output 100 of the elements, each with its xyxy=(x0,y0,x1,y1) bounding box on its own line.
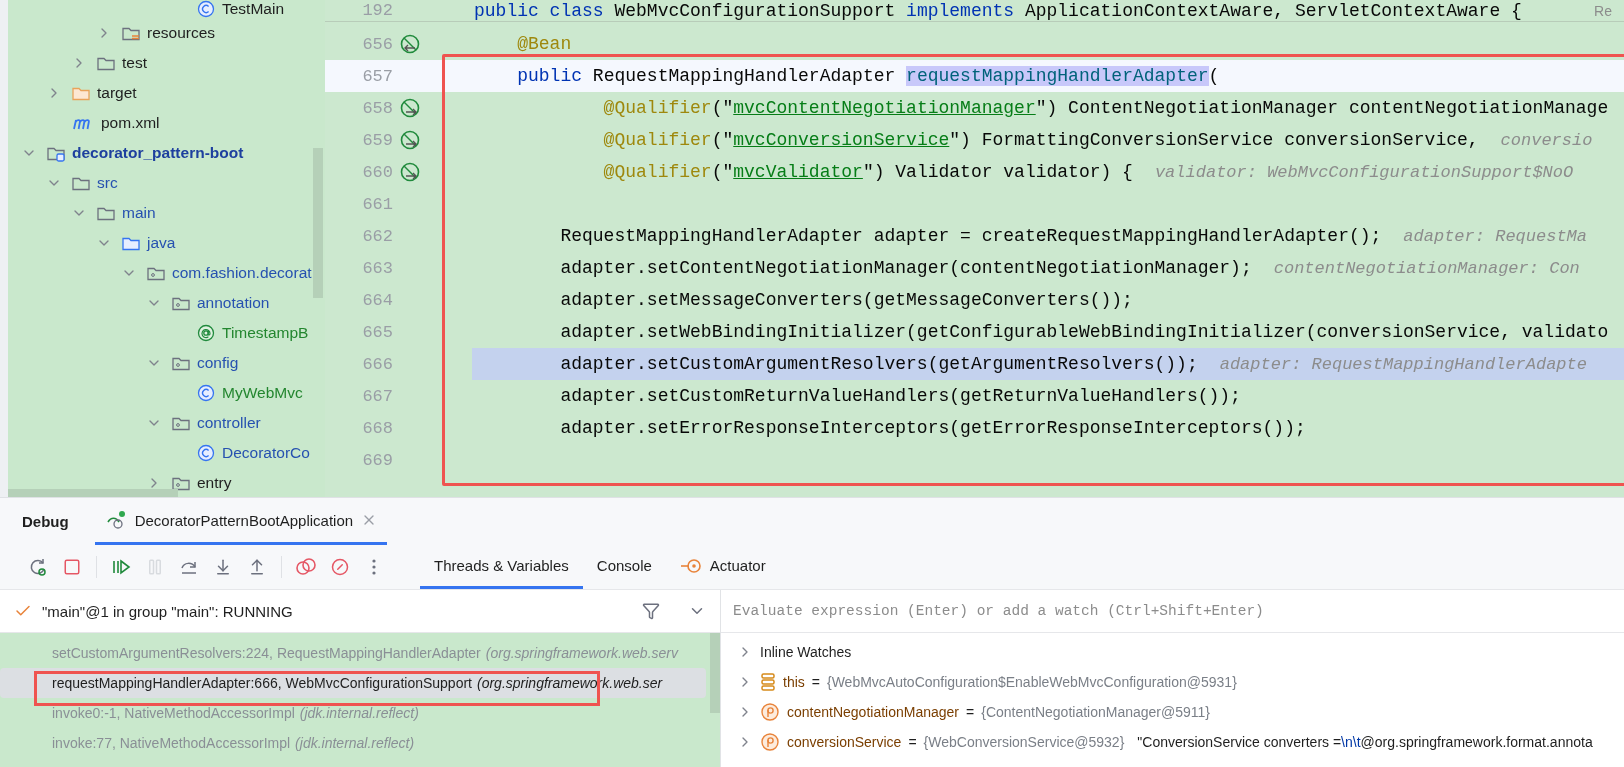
view-tab[interactable]: Console xyxy=(582,545,666,589)
code-token: adapter.setMessageConverters(getMessageConverters()); xyxy=(559,290,1133,310)
tree-item-label[interactable]: com.fashion.decorat xyxy=(172,264,312,282)
tree-item-label[interactable]: TestMain xyxy=(222,0,285,18)
tree-item-label[interactable]: config xyxy=(197,354,239,372)
tree-item-label[interactable]: MyWebMvc xyxy=(222,384,303,402)
pause-icon xyxy=(146,558,164,576)
code-token: @Qualifier xyxy=(602,162,712,182)
line-number: 657 xyxy=(361,66,393,86)
code-token: WebMvcConfigurationSupport xyxy=(613,0,897,21)
inline-value-hint: adapter: RequestMappingHandlerAdapte xyxy=(1219,354,1587,374)
variable-value: {WebConversionService@5932} xyxy=(923,734,1125,750)
step-out-icon xyxy=(248,558,266,576)
line-number: 660 xyxy=(361,162,393,182)
variable-name: contentNegotiationManager xyxy=(787,704,959,720)
equals-sign: = xyxy=(811,674,820,690)
thread-label[interactable]: "main"@1 in group "main": RUNNING xyxy=(42,602,293,620)
line-number: 656 xyxy=(361,34,393,54)
tree-item-label[interactable]: entry xyxy=(197,474,232,492)
inline-value-hint: conversio xyxy=(1500,130,1593,150)
view-tab[interactable]: Actuator xyxy=(665,545,780,589)
line-number: 668 xyxy=(361,418,393,438)
bean-gutter-icon[interactable] xyxy=(399,129,421,151)
class-icon xyxy=(196,383,216,403)
code-token: RequestMappingHandlerAdapter adapter = createRequestMappingHandlerAdapter(); xyxy=(559,226,1382,246)
code-token: (" xyxy=(711,98,734,118)
code-token: @Qualifier xyxy=(602,130,712,150)
tree-item-label[interactable]: pom.xml xyxy=(101,114,160,132)
frame-method: invoke0:-1, NativeMethodAccessorImpl xyxy=(52,705,295,721)
inline-value-hint: adapter: RequestMa xyxy=(1403,226,1587,246)
frame-package: (org.springframework.web.serv xyxy=(485,645,678,661)
line-number: 665 xyxy=(361,322,393,342)
mute-breakpoints-icon xyxy=(331,558,349,576)
variable-name: conversionService xyxy=(787,734,902,750)
variable-value: {WebMvcAutoConfiguration$EnableWebMvcConfiguration@5931} xyxy=(827,674,1237,690)
code-token: (" xyxy=(711,162,734,182)
tab-label: DecoratorPatternBootApplication xyxy=(134,511,354,529)
tree-item-label[interactable]: main xyxy=(122,204,156,222)
equals-sign: = xyxy=(908,734,917,750)
frame-method: requestMappingHandlerAdapter:666, WebMvcConfigurationSupport xyxy=(52,675,472,691)
scrollbar-thumb[interactable] xyxy=(8,489,178,497)
frame-package: (jdk.internal.reflect) xyxy=(299,705,419,721)
variable-name: Inline Watches xyxy=(760,644,852,660)
code-token: @Qualifier xyxy=(602,98,712,118)
code-token: adapter.setContentNegotiationManager(contentNegotiationManager); xyxy=(559,258,1252,278)
tree-item-label[interactable]: resources xyxy=(147,24,216,42)
tree-item-label[interactable]: annotation xyxy=(197,294,270,312)
rerun-debug-icon xyxy=(28,557,48,577)
code-token: RequestMappingHandlerAdapter xyxy=(591,66,897,86)
frame-method: setCustomArgumentResolvers:224, RequestMappingHandlerAdapter xyxy=(52,645,481,661)
line-number: 662 xyxy=(361,226,393,246)
string-value: "ConversionService converters =\n\t@org.springframework.format.annota xyxy=(1137,734,1593,750)
object-icon xyxy=(760,672,776,692)
class-icon xyxy=(196,443,216,463)
line-number: 661 xyxy=(361,194,393,214)
variable-value: {ContentNegotiationManager@5911} xyxy=(981,704,1210,720)
tree-item-label[interactable]: src xyxy=(97,174,118,192)
stop-icon xyxy=(63,558,81,576)
variable-name: this xyxy=(783,674,805,690)
tree-item-label[interactable]: decorator_pattern-boot xyxy=(72,144,244,162)
scrollbar-thumb[interactable] xyxy=(313,148,323,298)
tree-item-label[interactable]: DecoratorCo xyxy=(222,444,310,462)
line-number: 666 xyxy=(361,354,393,374)
code-token: adapter.setWebBindingInitializer(getConfigurableWebBindingInitializer(conversionService, validato xyxy=(559,322,1609,342)
tree-item-label[interactable]: target xyxy=(97,84,137,102)
code-token: ") Validator validator) { xyxy=(862,162,1133,182)
code-token: ( xyxy=(1208,66,1220,86)
code-token: adapter.setCustomArgumentResolvers(getArgumentResolvers()); xyxy=(559,354,1198,374)
line-number: 664 xyxy=(361,290,393,310)
bean-gutter-icon[interactable] xyxy=(399,161,421,183)
line-number: 659 xyxy=(361,130,393,150)
step-into-icon xyxy=(214,558,232,576)
class-icon xyxy=(196,0,216,19)
tree-item-label[interactable]: controller xyxy=(197,414,261,432)
line-number: 667 xyxy=(361,386,393,406)
more-icon xyxy=(372,559,376,575)
tree-item-label[interactable]: java xyxy=(147,234,176,252)
parameter-icon xyxy=(760,702,780,722)
session-tab[interactable]: DecoratorPatternBootApplication xyxy=(94,498,388,545)
code-token: ApplicationContextAware, ServletContextAware { xyxy=(1023,0,1522,21)
resume-icon xyxy=(111,557,131,577)
breakpoints-icon xyxy=(295,557,317,577)
tree-item-label[interactable]: test xyxy=(122,54,147,72)
code-token: @Bean xyxy=(516,34,572,54)
parameter-icon xyxy=(760,732,780,752)
code-token: requestMappingHandlerAdapter xyxy=(906,66,1209,86)
frame-method: invoke:77, NativeMethodAccessorImpl xyxy=(52,735,291,751)
bean-gutter-icon[interactable] xyxy=(399,33,421,55)
panel-title: Debug xyxy=(22,513,69,530)
scrollbar-thumb[interactable] xyxy=(710,633,720,713)
frame-package: (jdk.internal.reflect) xyxy=(295,735,415,751)
code-token: (" xyxy=(711,130,734,150)
run-config-icon xyxy=(104,510,127,530)
filter-icon[interactable] xyxy=(642,602,660,620)
code-token: adapter.setErrorResponseInterceptors(getErrorResponseInterceptors()); xyxy=(559,418,1306,438)
inline-value-hint: validator: WebMvcConfigurationSupport$NoO xyxy=(1154,162,1574,182)
code-token: adapter.setCustomReturnValueHandlers(getReturnValueHandlers()); xyxy=(559,386,1241,406)
code-token: ") FormattingConversionService conversionService, xyxy=(949,130,1479,150)
tree-item-label[interactable]: TimestampB xyxy=(222,324,309,342)
bean-gutter-icon[interactable] xyxy=(399,97,421,119)
